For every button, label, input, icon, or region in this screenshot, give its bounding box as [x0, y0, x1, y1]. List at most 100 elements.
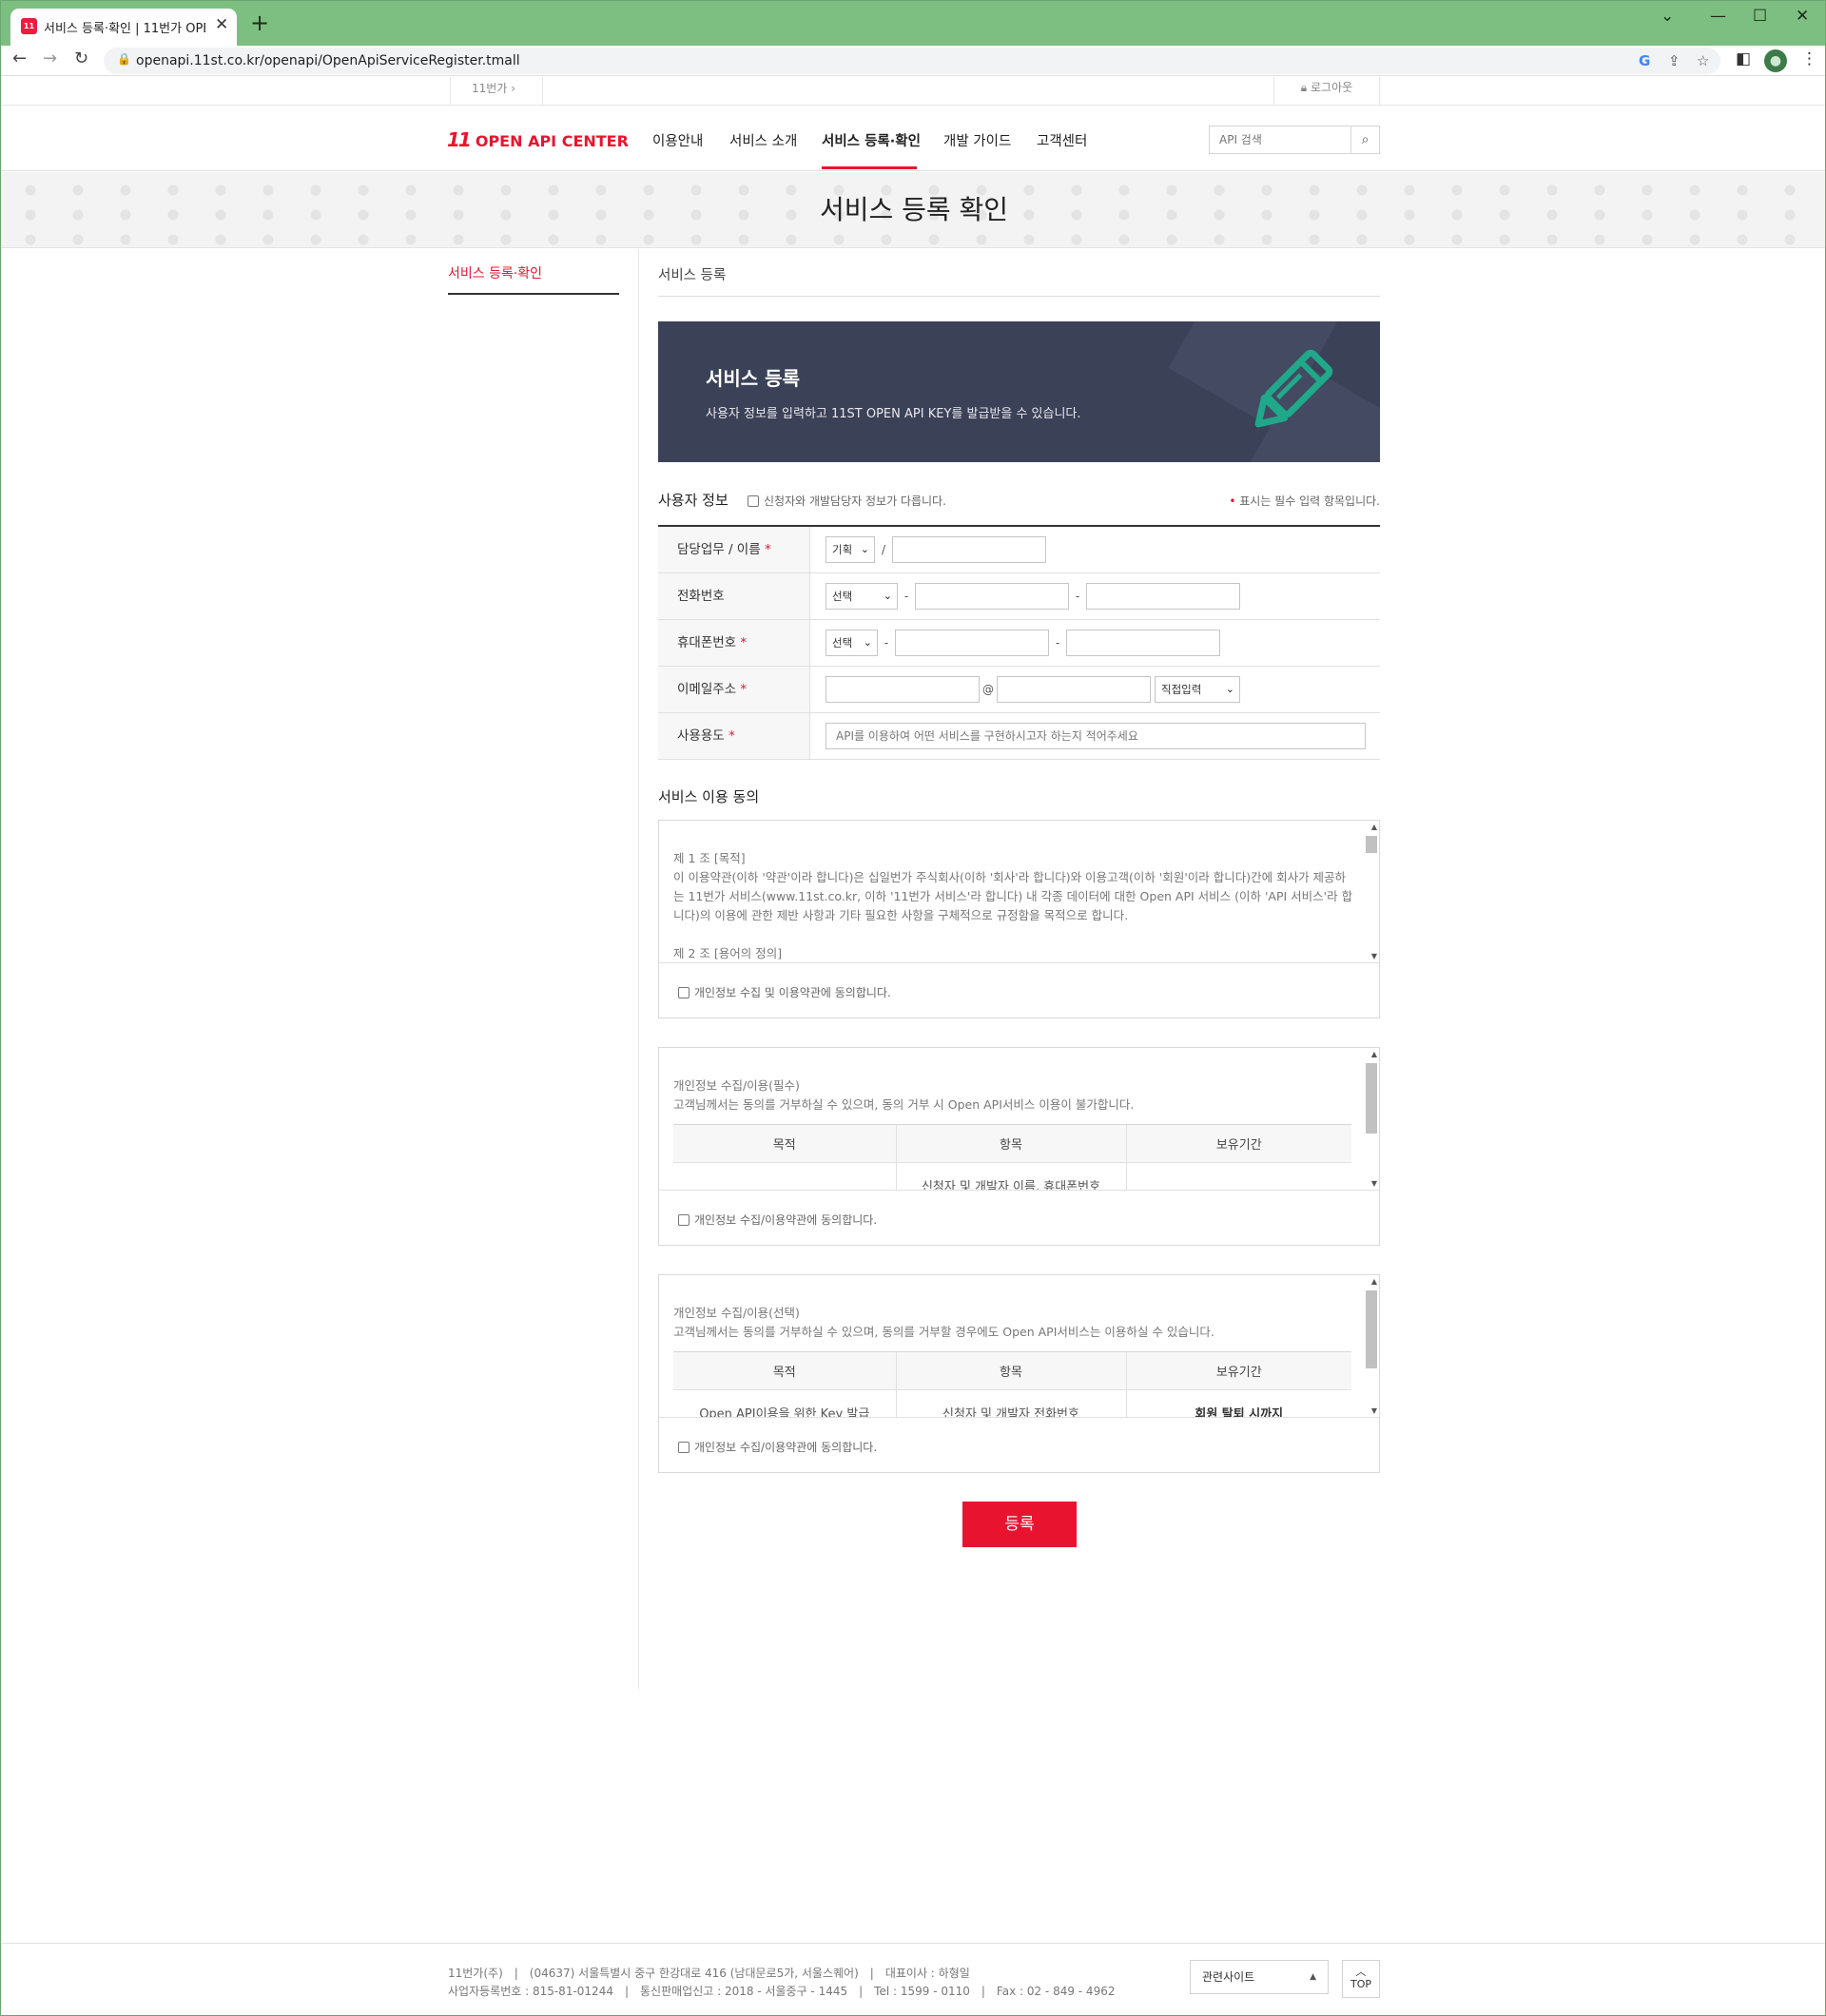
email-domain-select[interactable]: 직접입력 ⌄ [1155, 676, 1240, 703]
tab-search-icon[interactable]: ⌄ [1661, 7, 1674, 26]
close-window-icon[interactable]: ✕ [1796, 7, 1809, 26]
close-tab-icon[interactable]: ✕ [215, 15, 228, 34]
browser-tab[interactable]: 11 서비스 등록·확인 | 11번가 OPEN API CENTER ✕ [10, 9, 237, 46]
sidebar-nav: 서비스 등록·확인 [448, 263, 619, 295]
site-logo[interactable]: 11 OPEN API CENTER [447, 128, 629, 151]
phone-label: 전화번호 [658, 573, 810, 619]
privacy-optional-agree-checkbox[interactable]: 개인정보 수집/이용약관에 동의합니다. [678, 1439, 877, 1455]
back-icon[interactable]: ← [12, 48, 27, 68]
table-header: 목적 [673, 1124, 896, 1163]
logout-link[interactable]: 🔒︎ 로그아웃 [1273, 77, 1380, 106]
scrollbar-thumb[interactable] [1366, 1063, 1377, 1134]
name-label: 담당업무 / 이름 * [658, 527, 810, 572]
mobile-last-input[interactable] [1066, 630, 1220, 656]
job-role-select[interactable]: 기획 ⌄ [826, 536, 875, 563]
top-utility-bar: 11번가 › 🔒︎ 로그아웃 [1, 77, 1825, 106]
search-icon[interactable]: ⌕ [1350, 126, 1379, 153]
maximize-icon[interactable]: ☐ [1753, 7, 1767, 26]
form-row-usage: 사용용도 * API를 이용하여 어떤 서비스를 구현하시고자 하는지 적어주세… [658, 713, 1380, 760]
email-domain-input[interactable] [997, 676, 1151, 703]
api-search: ⌕ [1209, 126, 1380, 154]
scrollbar-thumb[interactable] [1366, 1290, 1377, 1368]
table-header: 보유기간 [1125, 1124, 1351, 1163]
checkbox[interactable] [678, 987, 690, 998]
table-cell [673, 1163, 896, 1191]
checkbox[interactable] [678, 1214, 690, 1226]
privacy-required-agree-checkbox[interactable]: 개인정보 수집/이용약관에 동의합니다. [678, 1212, 877, 1228]
table-header: 항목 [895, 1351, 1126, 1390]
privacy-optional-desc: 고객님께서는 동의를 거부하실 수 있으며, 동의를 거부할 경우에도 Open… [673, 1325, 1214, 1339]
address-bar[interactable]: 🔒 openapi.11st.co.kr/openapi/OpenApiServ… [104, 48, 1720, 74]
scroll-down-icon[interactable]: ▼ [1371, 952, 1377, 960]
scroll-up-icon[interactable]: ▲ [1371, 823, 1377, 831]
sidebar-divider [638, 249, 639, 1689]
name-input[interactable] [892, 536, 1046, 563]
privacy-optional-scroll[interactable]: 개인정보 수집/이용(선택) 고객님께서는 동의를 거부하실 수 있으며, 동의… [659, 1275, 1379, 1418]
mobile-middle-input[interactable] [895, 630, 1049, 656]
favicon-icon: 11 [21, 18, 37, 34]
terms-article1-body: 이 이용약관(이하 '약관'이라 합니다)은 십일번가 주식회사(이하 '회사'… [673, 870, 1353, 922]
page-hero: 서비스 등록 확인 [1, 172, 1825, 248]
menu-dev-guide[interactable]: 개발 가이드 [943, 130, 1011, 150]
table-header: 목적 [673, 1351, 896, 1390]
menu-service-register[interactable]: 서비스 등록·확인 [822, 130, 921, 150]
related-sites-select[interactable]: 관련사이트 ▲ [1190, 1960, 1329, 1994]
privacy-optional-box: 개인정보 수집/이용(선택) 고객님께서는 동의를 거부하실 수 있으며, 동의… [658, 1274, 1380, 1473]
register-button[interactable]: 등록 [962, 1502, 1077, 1547]
profile-avatar-icon[interactable]: ● [1764, 49, 1787, 72]
scrollbar-thumb[interactable] [1366, 836, 1377, 853]
menu-customer-center[interactable]: 고객센터 [1037, 130, 1087, 150]
table-cell: 회원 탈퇴 시까지 [1125, 1389, 1351, 1417]
chevron-down-icon: ⌄ [883, 590, 892, 602]
phone-last-input[interactable] [1086, 583, 1240, 610]
form-row-email: 이메일주소 * @ 직접입력 ⌄ [658, 667, 1380, 713]
sidebar-item-service-register[interactable]: 서비스 등록·확인 [448, 266, 542, 281]
chevron-right-icon: › [511, 82, 515, 95]
chevron-up-icon: ︿ [1355, 1966, 1367, 1978]
side-panel-icon[interactable]: ◧ [1736, 49, 1751, 68]
scroll-up-icon[interactable]: ▲ [1371, 1050, 1377, 1058]
google-icon[interactable]: G [1639, 52, 1650, 69]
menu-usage-guide[interactable]: 이용안내 [652, 130, 703, 150]
scroll-down-icon[interactable]: ▼ [1371, 1179, 1377, 1188]
menu-kebab-icon[interactable]: ⋮ [1801, 49, 1817, 68]
table-row: Open API이용을 위한 Key 발급 신청자 및 개발자 전화번호 회원 … [673, 1389, 1351, 1418]
scroll-top-button[interactable]: ︿ TOP [1342, 1960, 1380, 1998]
usage-input[interactable]: API를 이용하여 어떤 서비스를 구현하시고자 하는지 적어주세요 [826, 723, 1366, 749]
table-cell: Open API이용을 위한 Key 발급 [699, 1407, 870, 1418]
checkbox[interactable] [678, 1442, 690, 1453]
minimize-icon[interactable]: — [1710, 7, 1726, 26]
browser-toolbar: ← → ↻ 🔒 openapi.11st.co.kr/openapi/OpenA… [1, 46, 1825, 76]
scroll-down-icon[interactable]: ▼ [1371, 1406, 1377, 1415]
email-id-input[interactable] [826, 676, 980, 703]
global-navigation: 11 OPEN API CENTER 이용안내 서비스 소개 서비스 등록·확인 … [1, 107, 1825, 171]
terms-scroll[interactable]: 제 1 조 [목적] 이 이용약관(이하 '약관'이라 합니다)은 십일번가 주… [659, 821, 1379, 963]
active-menu-indicator [822, 166, 917, 169]
star-icon[interactable]: ☆ [1697, 52, 1709, 69]
required-note: • 표시는 필수 입력 항목입니다. [1229, 494, 1380, 508]
forward-icon[interactable]: → [43, 48, 57, 68]
banner-title: 서비스 등록 [706, 367, 800, 390]
privacy-required-table: 목적 항목 보유기간 신청자 및 개발자 이름, 휴대폰번호 [673, 1124, 1351, 1191]
menu-service-intro[interactable]: 서비스 소개 [729, 130, 797, 150]
mobile-prefix-select[interactable]: 선택 ⌄ [826, 630, 878, 656]
scroll-up-icon[interactable]: ▲ [1371, 1277, 1377, 1286]
phone-area-select[interactable]: 선택 ⌄ [826, 583, 898, 610]
new-tab-icon[interactable]: + [250, 10, 269, 36]
phone-middle-input[interactable] [915, 583, 1069, 610]
privacy-required-scroll[interactable]: 개인정보 수집/이용(필수) 고객님께서는 동의를 거부하실 수 있으며, 동의… [659, 1048, 1379, 1191]
brand-link[interactable]: 11번가 › [450, 77, 543, 106]
privacy-optional-title: 개인정보 수집/이용(선택) [673, 1306, 800, 1320]
checkbox[interactable] [748, 495, 759, 507]
share-icon[interactable]: ⇪ [1668, 52, 1680, 69]
different-info-checkbox[interactable]: 신청자와 개발담당자 정보가 다릅니다. [748, 493, 946, 509]
privacy-required-desc: 고객님께서는 동의를 거부하실 수 있으며, 동의 거부 시 Open API서… [673, 1097, 1135, 1112]
pencil-icon [1254, 349, 1333, 428]
terms-agree-checkbox[interactable]: 개인정보 수집 및 이용약관에 동의합니다. [678, 984, 891, 1000]
reload-icon[interactable]: ↻ [74, 48, 88, 68]
banner-subtitle: 사용자 정보를 입력하고 11ST OPEN API KEY를 발급받을 수 있… [706, 407, 1081, 421]
table-header: 보유기간 [1125, 1351, 1351, 1390]
form-row-name: 담당업무 / 이름 * 기획 ⌄ / [658, 527, 1380, 573]
api-search-input[interactable] [1210, 126, 1350, 153]
table-cell: 신청자 및 개발자 이름, 휴대폰번호 [895, 1162, 1126, 1190]
